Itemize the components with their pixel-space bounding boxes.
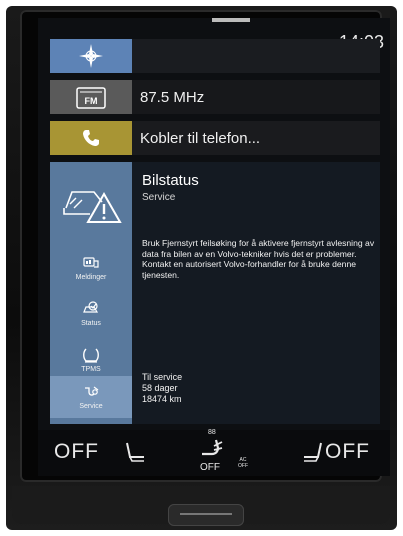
sidebar-item-tpms[interactable]: TPMS [50,340,132,380]
radio-frequency: 87.5 MHz [140,88,205,106]
left-seat-heat-icon[interactable] [124,441,148,463]
phone-tile[interactable]: Kobler til telefon... [50,121,380,155]
radio-icon: FM [76,87,106,109]
service-description: Bruk Fjernstyrt feilsøking for å aktiver… [142,238,375,280]
service-days: 58 dager [142,383,178,393]
sidebar-item-label: TPMS [81,366,101,373]
right-temperature[interactable]: OFF [325,440,370,464]
navigation-tile-icon-area [50,39,132,73]
app-title: Bilstatus [142,172,199,189]
service-wrench-icon [85,386,99,396]
tire-pressure-icon [83,348,99,363]
compass-rose-icon [79,44,103,68]
sidebar-item-status[interactable]: Status [50,294,132,334]
phone-status: Kobler til telefon... [140,129,261,147]
car-status-icon [83,301,99,313]
phone-icon [83,130,99,146]
car-message-icon [83,257,99,268]
radio-tile-icon-area: FM [50,80,132,114]
sidebar-item-label: Meldinger [75,274,107,281]
fan-state: OFF [200,462,220,473]
left-temperature[interactable]: OFF [54,440,99,464]
service-km: 18474 km [142,394,182,404]
radio-tile[interactable]: FM 87.5 MHz [50,80,380,114]
sidebar-item-label: Service [79,403,103,410]
car-status-app: Meldinger Status TPMS Service Bilstatus … [50,162,380,424]
home-button[interactable] [168,504,244,526]
app-subtitle: Service [142,192,176,203]
navigation-tile[interactable] [50,39,380,73]
sidebar-item-label: Status [81,320,101,327]
infotainment-screen: 14:03 [38,18,390,476]
radio-band-label: FM [85,96,98,106]
service-summary: Til service 58 dager 18474 km [142,372,182,405]
climate-bar: OFF 88 OFF AC OFF OFF [38,429,390,476]
fan-airflow-icon[interactable] [196,434,226,460]
car-warning-icon [63,191,122,223]
app-sidebar: Meldinger Status TPMS Service [50,162,132,424]
right-seat-heat-icon[interactable] [300,441,324,463]
photo-frame: 14:03 [6,6,397,530]
screen-bezel: 14:03 [20,10,390,482]
ac-state: OFF [238,463,248,469]
sidebar-item-service[interactable]: Service [50,376,132,418]
pull-down-handle[interactable] [212,18,250,22]
phone-tile-icon-area [50,121,132,155]
ac-indicator[interactable]: AC OFF [238,457,248,469]
sidebar-item-meldinger[interactable]: Meldinger [50,248,132,288]
service-label: Til service [142,372,183,382]
